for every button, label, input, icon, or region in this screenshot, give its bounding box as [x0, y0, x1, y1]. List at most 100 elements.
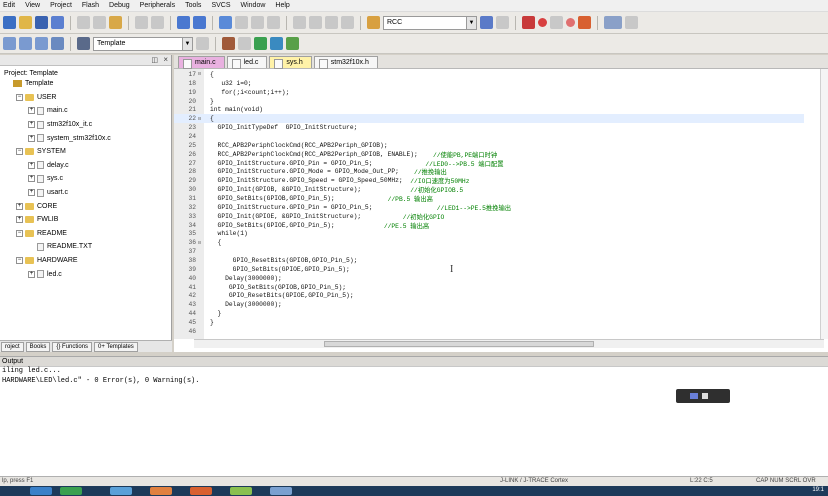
panel-tab[interactable]: {} Functions — [52, 341, 93, 352]
tab-sys-h[interactable]: sys.h — [269, 56, 312, 69]
tab-led-c[interactable]: led.c — [226, 56, 268, 69]
menu-item-view[interactable]: View — [25, 2, 40, 9]
translate-icon[interactable] — [3, 37, 16, 50]
code-line[interactable]: 37 — [174, 247, 804, 256]
find-icon[interactable] — [496, 16, 509, 29]
code-line[interactable]: 23 GPIO_InitTypeDef GPIO_InitStructure; — [174, 123, 804, 132]
tree-item[interactable]: + CORE — [0, 199, 171, 213]
folder-icon[interactable] — [150, 487, 172, 495]
expand-icon[interactable]: + — [28, 175, 35, 183]
code-area[interactable]: 17 ⊟{18 u32 i=0; 19 for(;i<count;i++); 20} 2… — [174, 70, 804, 336]
disable-breakpoint-icon[interactable] — [550, 16, 563, 29]
code-line[interactable]: 27 GPIO_InitStructure.GPIO_Pin = GPIO_Pi… — [174, 159, 804, 168]
undo-icon[interactable] — [135, 16, 148, 29]
code-line[interactable]: 42 GPIO_ResetBits(GPIOE,GPIO_Pin_5); — [174, 291, 804, 300]
expand-icon[interactable]: + — [16, 216, 23, 224]
redo-icon[interactable] — [151, 16, 164, 29]
code-line[interactable]: 25 RCC_APB2PeriphClockCmd(RCC_APB2Periph… — [174, 141, 804, 150]
ie-icon[interactable] — [110, 487, 132, 495]
pack-installer-icon[interactable] — [270, 37, 283, 50]
code-line[interactable]: 28 GPIO_InitStructure.GPIO_Mode = GPIO_M… — [174, 167, 804, 176]
comment-icon[interactable] — [325, 16, 338, 29]
code-line[interactable]: 30 GPIO_Init(GPIOB, &GPIO_InitStructure)… — [174, 185, 804, 194]
tree-item[interactable]: + led.c — [0, 267, 171, 281]
code-line[interactable]: 19 for(;i<count;i++); — [174, 88, 804, 97]
batch-build-icon[interactable] — [51, 37, 64, 50]
floating-toolbar[interactable] — [676, 389, 730, 403]
kill-breakpoints-icon[interactable] — [578, 16, 591, 29]
menu-item-edit[interactable]: Edit — [3, 2, 15, 9]
scrollbar-thumb[interactable] — [324, 341, 594, 347]
code-line[interactable]: 39 GPIO_SetBits(GPIOE,GPIO_Pin_5); — [174, 265, 804, 274]
code-line[interactable]: 26 RCC_APB2PeriphClockCmd(RCC_APB2Periph… — [174, 150, 804, 159]
expand-icon[interactable]: + — [28, 270, 35, 278]
code-line[interactable]: 44 } — [174, 309, 804, 318]
tree-item[interactable]: − README — [0, 227, 171, 241]
tree-item[interactable]: − SYSTEM — [0, 145, 171, 159]
find-in-files-icon[interactable] — [367, 16, 380, 29]
open-folder-icon[interactable] — [19, 16, 32, 29]
code-line[interactable]: 46 — [174, 327, 804, 336]
incremental-find-icon[interactable] — [480, 16, 493, 29]
target-select[interactable]: Template ▼ — [93, 36, 193, 51]
chevron-down-icon[interactable]: ▼ — [182, 37, 192, 50]
uncomment-icon[interactable] — [341, 16, 354, 29]
save-icon[interactable] — [35, 16, 48, 29]
run-time-env-icon[interactable] — [286, 37, 299, 50]
code-line[interactable]: 24 — [174, 132, 804, 141]
monitor-icon[interactable] — [690, 393, 698, 399]
menu-item-tools[interactable]: Tools — [185, 2, 201, 9]
nav-forward-icon[interactable] — [193, 16, 206, 29]
close-icon[interactable]: × — [163, 55, 168, 64]
code-line[interactable]: 33 GPIO_Init(GPIOE, &GPIO_InitStructure)… — [174, 212, 804, 221]
expand-icon[interactable]: + — [28, 107, 35, 115]
code-line[interactable]: 40 Delay(3000000); — [174, 274, 804, 283]
expand-icon[interactable]: + — [28, 134, 35, 142]
code-line[interactable]: 41 GPIO_SetBits(GPIOB,GPIO_Pin_5); — [174, 283, 804, 292]
chevron-down-icon[interactable]: ▼ — [466, 16, 476, 29]
configure-icon[interactable] — [625, 16, 638, 29]
collapse-icon[interactable]: − — [16, 229, 23, 237]
next-bookmark-icon[interactable] — [251, 16, 264, 29]
debug-start-icon[interactable] — [522, 16, 535, 29]
panel-tab[interactable]: 0+ Templates — [94, 341, 138, 352]
code-line[interactable]: 29 GPIO_InitStructure.GPIO_Speed = GPIO_… — [174, 176, 804, 185]
code-line[interactable]: 32 GPIO_InitStructure.GPIO_Pin = GPIO_Pi… — [174, 203, 804, 212]
download-icon[interactable] — [77, 37, 90, 50]
select-packs-icon[interactable] — [254, 37, 267, 50]
tree-item[interactable]: − USER — [0, 91, 171, 105]
tree-item[interactable]: + sys.c — [0, 172, 171, 186]
tree-item[interactable]: + system_stm32f10x.c — [0, 131, 171, 145]
expand-icon[interactable]: + — [16, 202, 23, 210]
start-icon[interactable] — [30, 487, 52, 495]
expand-icon[interactable]: + — [28, 189, 35, 197]
collapse-icon[interactable]: − — [16, 93, 23, 101]
vertical-scrollbar[interactable] — [820, 69, 828, 339]
code-line[interactable]: 22 ⊟{ — [174, 114, 804, 124]
menu-item-project[interactable]: Project — [50, 2, 72, 9]
indent-icon[interactable] — [293, 16, 306, 29]
media-icon[interactable] — [190, 487, 212, 495]
paste-icon[interactable] — [109, 16, 122, 29]
code-line[interactable]: 31 GPIO_SetBits(GPIOB,GPIO_Pin_5); //PB.… — [174, 194, 804, 203]
menu-item-flash[interactable]: Flash — [82, 2, 99, 9]
expand-icon[interactable]: + — [28, 161, 35, 169]
panel-tab[interactable]: roject — [1, 341, 24, 352]
menu-icon[interactable] — [702, 393, 708, 399]
code-line[interactable]: 36 ⊟ { — [174, 238, 804, 247]
collapse-icon[interactable]: − — [16, 148, 23, 156]
tab-stm32f10x-h[interactable]: stm32f10x.h — [313, 56, 378, 69]
menu-item-svcs[interactable]: SVCS — [211, 2, 230, 9]
cut-icon[interactable] — [77, 16, 90, 29]
code-line[interactable]: 43 Delay(3000000); — [174, 300, 804, 309]
code-line[interactable]: 35 while(1) — [174, 229, 804, 238]
tree-item[interactable]: + delay.c — [0, 159, 171, 173]
horizontal-scrollbar[interactable] — [194, 339, 824, 348]
build-icon[interactable] — [19, 37, 32, 50]
file-extensions-icon[interactable] — [222, 37, 235, 50]
tree-item[interactable]: − HARDWARE — [0, 254, 171, 268]
code-line[interactable]: 38 GPIO_ResetBits(GPIOB,GPIO_Pin_5); — [174, 256, 804, 265]
code-line[interactable]: 17 ⊟{ — [174, 70, 804, 79]
tree-item[interactable]: + stm32f10x_it.c — [0, 118, 171, 132]
copy-icon[interactable] — [93, 16, 106, 29]
